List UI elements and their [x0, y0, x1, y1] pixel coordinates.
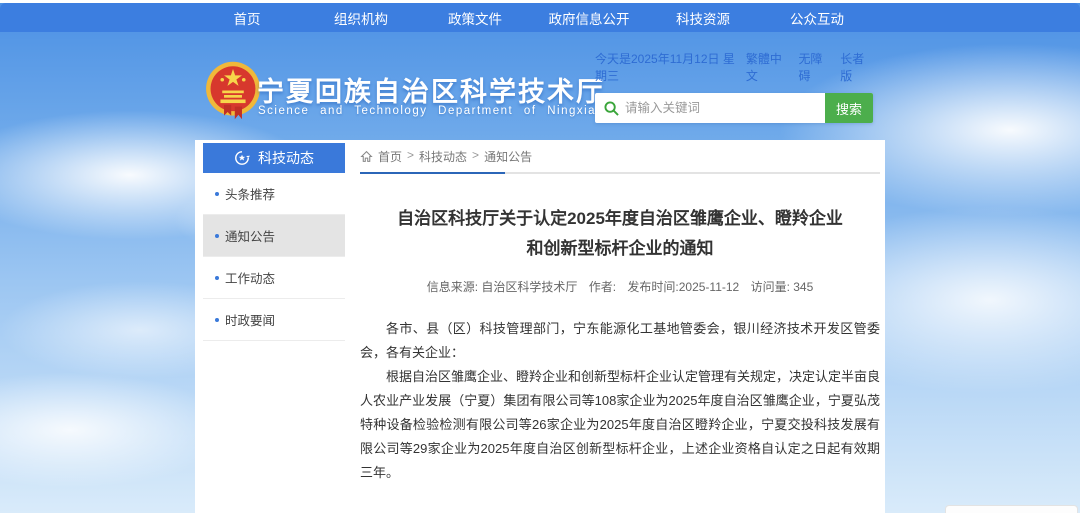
breadcrumb: 首页 > 科技动态 > 通知公告 [360, 144, 880, 168]
search-input[interactable] [625, 93, 825, 123]
search-button[interactable]: 搜索 [825, 93, 873, 123]
sidebar: 科技动态 头条推荐 通知公告 工作动态 [203, 143, 345, 341]
sidebar-menu: 头条推荐 通知公告 工作动态 时政要闻 [203, 173, 345, 341]
breadcrumb-link[interactable]: 首页 [378, 148, 402, 165]
floating-widget-edge [945, 505, 1078, 513]
bullet-dot-icon [215, 318, 219, 322]
search-bar: 搜索 [595, 93, 873, 123]
page-background: 首页 组织机构 政策文件 政府信息公开 科技资源 公众互动 宁夏回族自治区科学技… [0, 0, 1080, 513]
article-body: 各市、县（区）科技管理部门，宁东能源化工基地管委会，银川经济技术开发区管委会，各… [360, 317, 880, 485]
quick-link[interactable]: 繁體中文 [746, 50, 790, 84]
nav-item[interactable]: 政府信息公开 [532, 8, 646, 28]
quick-link[interactable]: 无障碍 [799, 50, 832, 84]
bullet-dot-icon [215, 192, 219, 196]
bullet-dot-icon [215, 234, 219, 238]
sidebar-header: 科技动态 [203, 143, 345, 173]
meta-author: 作者: [589, 280, 616, 294]
meta-visits: 访问量: 345 [751, 280, 814, 294]
sidebar-menu-item[interactable]: 通知公告 [203, 215, 345, 257]
breadcrumb-link[interactable]: 通知公告 [484, 148, 532, 165]
bullet-dot-icon [215, 276, 219, 280]
article-title: 自治区科技厅关于认定2025年度自治区雏鹰企业、瞪羚企业 和创新型标杆企业的通知 [360, 204, 880, 264]
rotating-star-icon [234, 150, 250, 166]
sidebar-menu-item[interactable]: 头条推荐 [203, 173, 345, 215]
sidebar-menu-item-label: 时政要闻 [225, 310, 275, 329]
breadcrumb-link[interactable]: 科技动态 [419, 148, 467, 165]
sidebar-title: 科技动态 [258, 148, 314, 168]
nav-item[interactable]: 组织机构 [304, 8, 418, 28]
breadcrumb-separator: > [472, 148, 479, 165]
current-date: 今天是2025年11月12日 星期三 [595, 50, 746, 84]
meta-source: 信息来源: 自治区科学技术厅 [427, 280, 578, 294]
nav-item[interactable]: 科技资源 [646, 8, 760, 28]
sidebar-menu-item[interactable]: 时政要闻 [203, 299, 345, 341]
quick-links: 繁體中文 无障碍 长者版 [746, 50, 873, 84]
top-navigation: 首页 组织机构 政策文件 政府信息公开 科技资源 公众互动 [0, 3, 1080, 32]
header-right: 今天是2025年11月12日 星期三 繁體中文 无障碍 长者版 搜索 [595, 50, 873, 123]
article-paragraph: 根据自治区雏鹰企业、瞪羚企业和创新型标杆企业认定管理有关规定，决定认定半亩良人农… [360, 365, 880, 485]
nav-item[interactable]: 公众互动 [760, 8, 874, 28]
sidebar-menu-item-label: 通知公告 [225, 226, 275, 245]
article-title-line1: 自治区科技厅关于认定2025年度自治区雏鹰企业、瞪羚企业 [360, 204, 880, 234]
breadcrumb-separator: > [407, 148, 414, 165]
breadcrumb-divider [360, 172, 880, 174]
national-emblem-logo [204, 60, 262, 130]
article-title-line2: 和创新型标杆企业的通知 [360, 234, 880, 264]
quick-link[interactable]: 长者版 [840, 50, 873, 84]
search-icon [604, 101, 619, 116]
sidebar-menu-item[interactable]: 工作动态 [203, 257, 345, 299]
meta-publish-time: 发布时间:2025-11-12 [627, 280, 739, 294]
article-area: 首页 > 科技动态 > 通知公告 [360, 144, 880, 513]
sidebar-menu-item-label: 工作动态 [225, 268, 275, 287]
site-title: 宁夏回族自治区科学技术厅 [257, 70, 605, 109]
article-meta: 信息来源: 自治区科学技术厅 作者: 发布时间:2025-11-12 访问量: … [360, 278, 880, 295]
breadcrumb-items: 首页 > 科技动态 > 通知公告 [378, 148, 537, 165]
home-icon [360, 150, 373, 163]
content-panel: 科技动态 头条推荐 通知公告 工作动态 [195, 140, 885, 513]
site-subtitle: Science and Technology Department of Nin… [258, 105, 596, 117]
article-paragraph: 各市、县（区）科技管理部门，宁东能源化工基地管委会，银川经济技术开发区管委会，各… [360, 317, 880, 365]
sidebar-menu-item-label: 头条推荐 [225, 184, 275, 203]
nav-item[interactable]: 首页 [190, 8, 304, 28]
nav-item[interactable]: 政策文件 [418, 8, 532, 28]
